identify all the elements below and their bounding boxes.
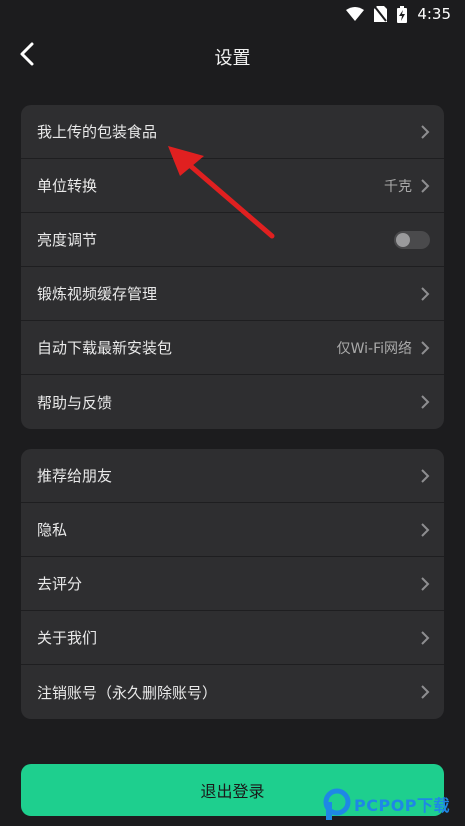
top-bar: 设置	[0, 28, 465, 84]
chevron-right-icon	[421, 576, 430, 591]
watermark: PCPOP下载	[322, 786, 462, 822]
status-time: 4:35	[417, 5, 451, 23]
row-rate[interactable]: 去评分	[21, 557, 444, 611]
brightness-toggle[interactable]	[394, 230, 430, 249]
chevron-right-icon	[421, 630, 430, 645]
row-label: 我上传的包装食品	[37, 123, 158, 141]
chevron-right-icon	[421, 178, 430, 193]
chevron-right-icon	[421, 286, 430, 301]
row-label: 关于我们	[37, 629, 98, 647]
row-label: 单位转换	[37, 177, 98, 195]
row-label: 锻炼视频缓存管理	[37, 285, 158, 303]
chevron-right-icon	[421, 468, 430, 483]
chevron-right-icon	[421, 124, 430, 139]
wifi-icon	[346, 7, 365, 21]
row-value: 千克	[384, 178, 412, 195]
status-bar: 4:35	[0, 0, 465, 28]
row-help-feedback[interactable]: 帮助与反馈	[21, 375, 444, 429]
settings-group-1: 我上传的包装食品 单位转换 千克 亮度调节 锻炼视频缓存管理 自动下载最新安装包…	[21, 105, 444, 429]
row-privacy[interactable]: 隐私	[21, 503, 444, 557]
row-video-cache[interactable]: 锻炼视频缓存管理	[21, 267, 444, 321]
toggle-knob	[396, 232, 410, 247]
row-label: 注销账号（永久删除账号）	[37, 683, 218, 702]
watermark-text: PCPOP下载	[354, 796, 451, 815]
page-title: 设置	[214, 48, 251, 69]
row-label: 亮度调节	[37, 231, 98, 249]
chevron-right-icon	[421, 340, 430, 355]
row-uploaded-foods[interactable]: 我上传的包装食品	[21, 105, 444, 159]
chevron-right-icon	[421, 395, 430, 409]
row-label: 自动下载最新安装包	[37, 339, 173, 357]
chevron-right-icon	[421, 685, 430, 699]
battery-charging-icon	[397, 5, 408, 23]
row-auto-download[interactable]: 自动下载最新安装包 仅Wi-Fi网络	[21, 321, 444, 375]
row-label: 推荐给朋友	[37, 467, 113, 485]
no-sim-icon	[374, 6, 388, 22]
row-delete-account[interactable]: 注销账号（永久删除账号）	[21, 665, 444, 719]
row-label: 隐私	[37, 521, 68, 539]
row-recommend[interactable]: 推荐给朋友	[21, 449, 444, 503]
row-label: 帮助与反馈	[37, 393, 113, 412]
row-brightness: 亮度调节	[21, 213, 444, 267]
chevron-right-icon	[421, 522, 430, 537]
settings-group-2: 推荐给朋友 隐私 去评分 关于我们 注销账号（永久删除账号）	[21, 449, 444, 719]
watermark-logo-icon	[323, 788, 351, 820]
row-label: 去评分	[37, 575, 83, 593]
row-about[interactable]: 关于我们	[21, 611, 444, 665]
row-value: 仅Wi-Fi网络	[336, 340, 412, 357]
row-unit-conversion[interactable]: 单位转换 千克	[21, 159, 444, 213]
